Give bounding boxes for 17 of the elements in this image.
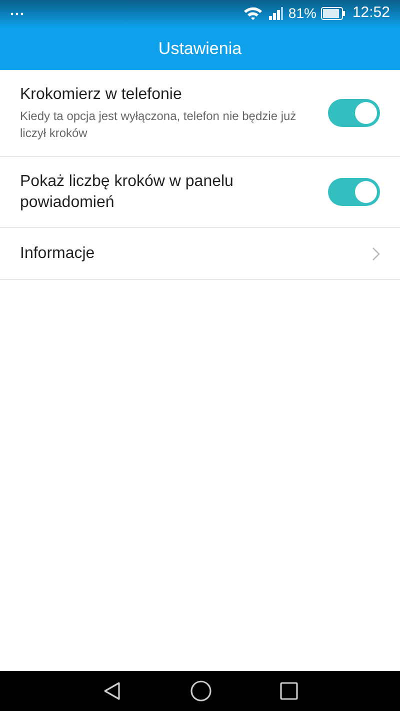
recents-icon[interactable] xyxy=(280,682,298,700)
wifi-icon xyxy=(243,6,264,21)
battery-icon xyxy=(321,7,346,20)
screen-title: Ustawienia xyxy=(158,38,242,60)
chevron-right-icon xyxy=(372,246,380,260)
toggle-switch[interactable] xyxy=(328,178,380,206)
settings-link[interactable]: Informacje xyxy=(0,228,400,280)
battery-percent: 81% xyxy=(288,4,316,23)
clock: 12:52 xyxy=(352,3,390,24)
toggle-switch[interactable] xyxy=(328,99,380,127)
home-icon[interactable] xyxy=(190,680,212,702)
setting-description: Kiedy ta opcja jest wyłączona, telefon nie będzie już liczył kroków xyxy=(20,108,298,142)
setting-label: Pokaż liczbę kroków w panelu powiadomień xyxy=(20,172,234,213)
setting-label: Krokomierz w telefonie xyxy=(20,85,183,105)
back-icon[interactable] xyxy=(102,681,122,701)
more-icon xyxy=(10,12,24,16)
signal-icon xyxy=(269,7,286,20)
